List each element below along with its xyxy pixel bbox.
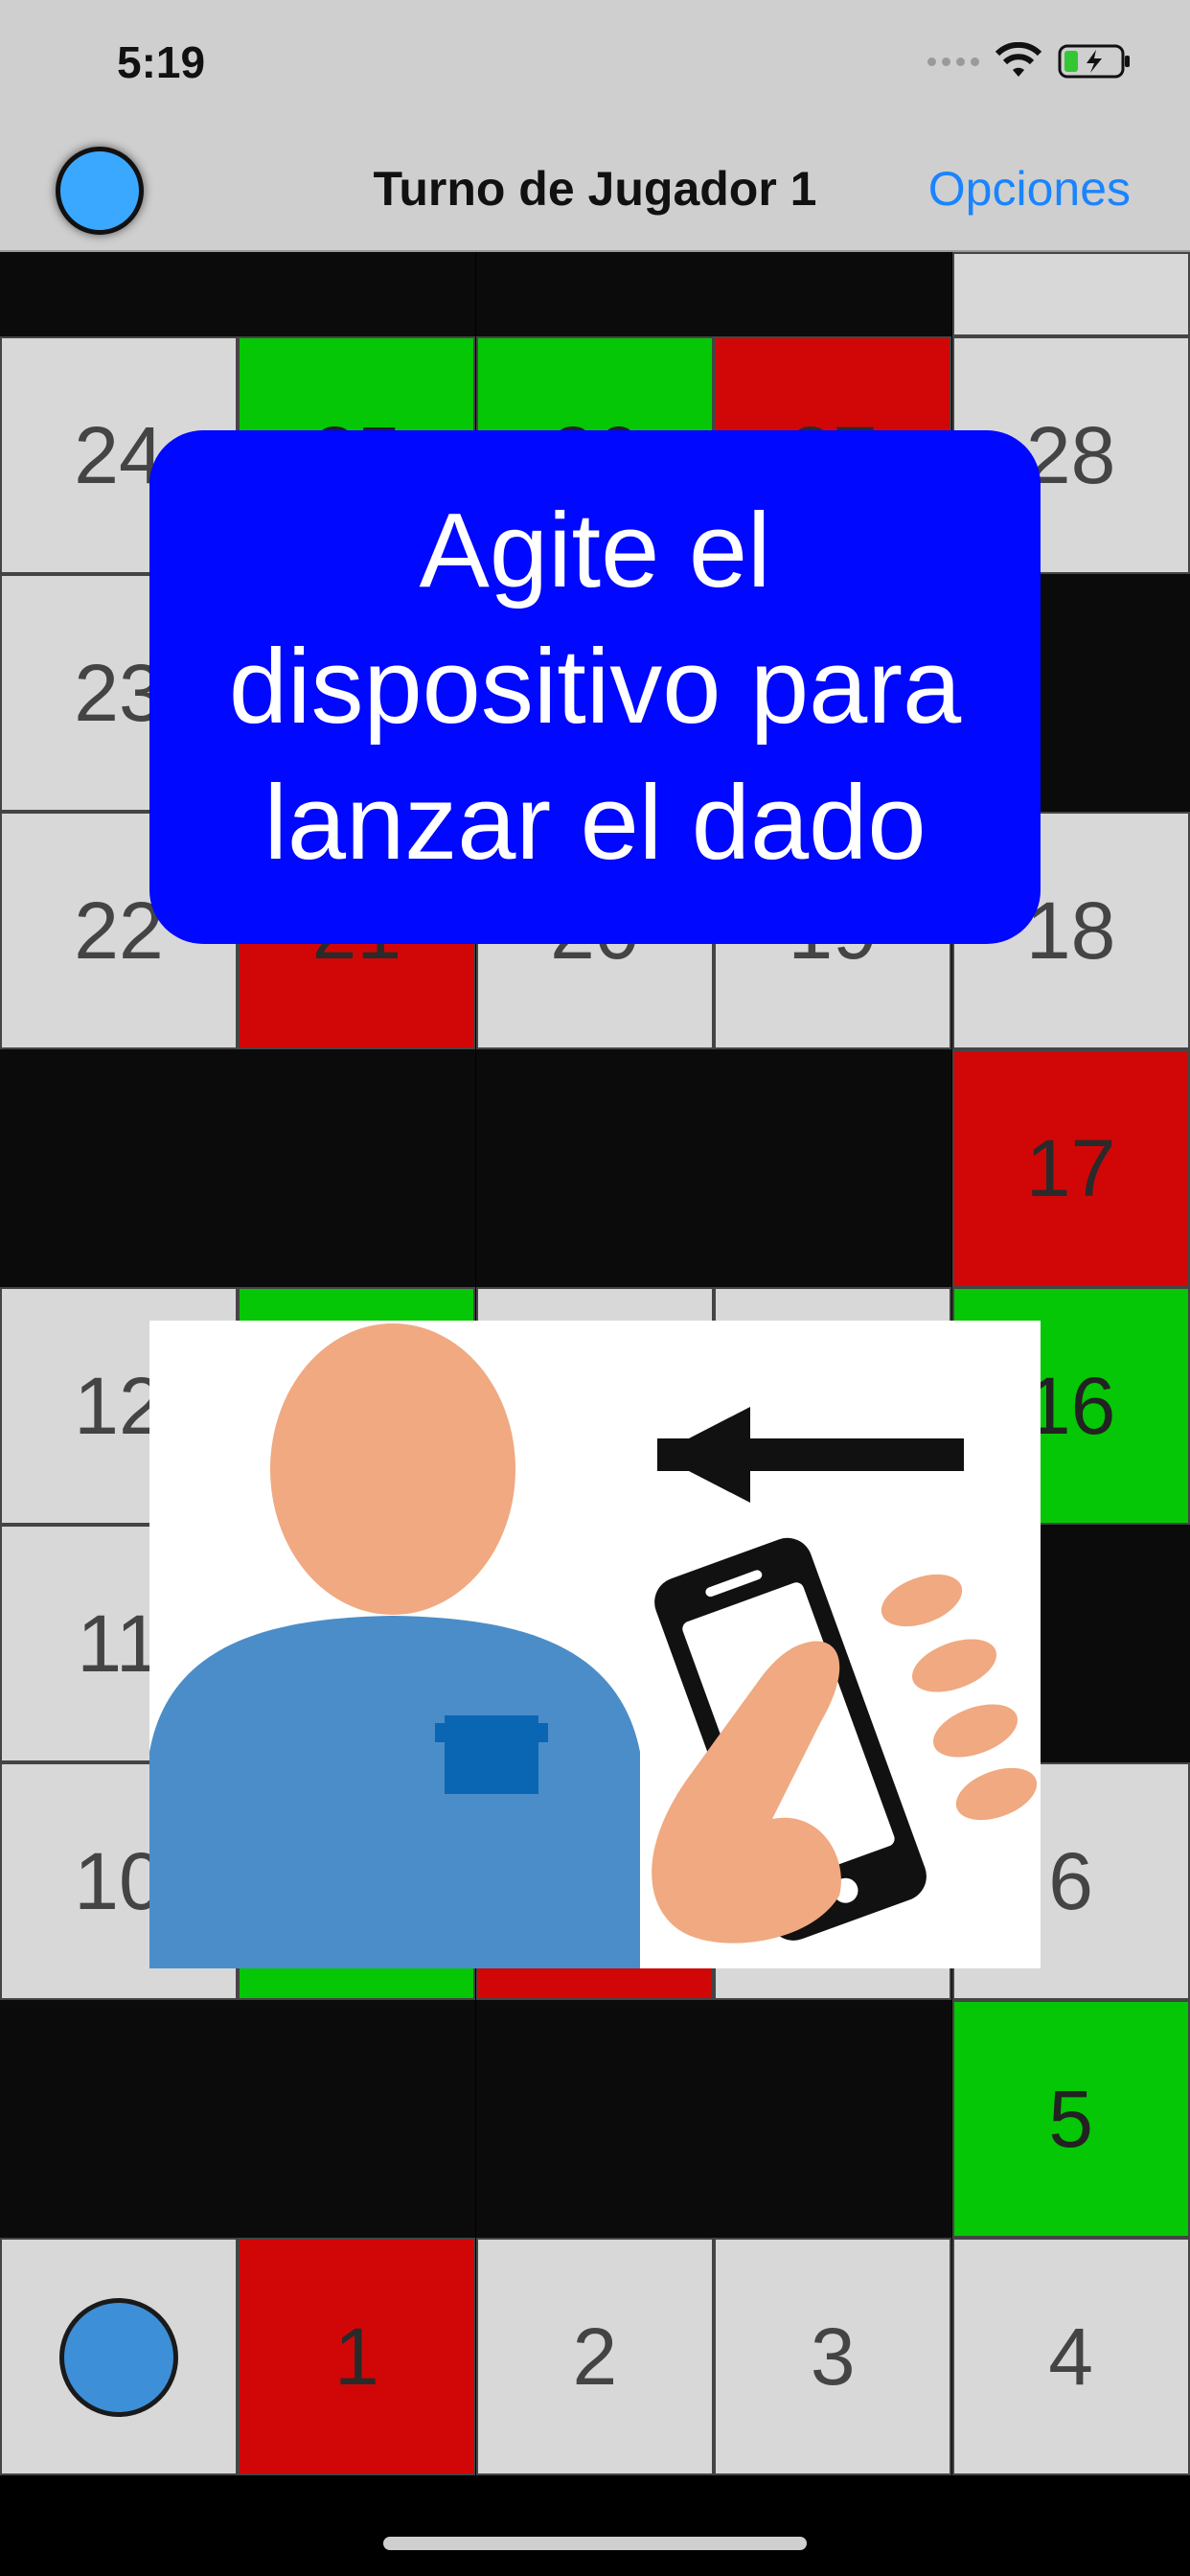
shake-prompt: Agite el dispositivo para lanzar el dado	[149, 430, 1041, 944]
board-cell-empty	[0, 1049, 238, 1287]
shake-phone-icon	[149, 1321, 1041, 1968]
home-indicator[interactable]	[383, 2537, 807, 2550]
board-cell-5: 5	[951, 2000, 1190, 2238]
options-button[interactable]: Opciones	[928, 161, 1131, 217]
board-cell-4: 4	[951, 2238, 1190, 2475]
board-cell-empty	[238, 2000, 476, 2238]
home-area	[0, 2475, 1190, 2576]
board-cell-empty	[475, 252, 714, 336]
status-time: 5:19	[117, 37, 206, 87]
board-cell-17: 17	[951, 1049, 1190, 1287]
board-cell-empty	[475, 2000, 714, 2238]
board-cell-empty	[238, 252, 476, 336]
board-cell-empty	[475, 1049, 714, 1287]
status-icons	[927, 40, 1131, 82]
board-cell-empty	[0, 252, 238, 336]
board-cell-empty	[951, 252, 1190, 336]
board-cell-empty	[714, 1049, 952, 1287]
battery-charging-icon	[1058, 44, 1130, 79]
board-cell-empty	[238, 1049, 476, 1287]
board-cell-2: 2	[475, 2238, 714, 2475]
board-cell-empty	[714, 2000, 952, 2238]
wifi-icon	[995, 42, 1042, 77]
signal-icon	[927, 57, 979, 66]
board-cell-1: 1	[238, 2238, 476, 2475]
board-cell-3: 3	[714, 2238, 952, 2475]
player-token[interactable]	[59, 2298, 178, 2417]
board-cell-empty	[0, 2000, 238, 2238]
navigation-bar: 5:19 Turno de Jugador 1 Opciones	[0, 0, 1190, 252]
board-cell-empty	[714, 252, 952, 336]
